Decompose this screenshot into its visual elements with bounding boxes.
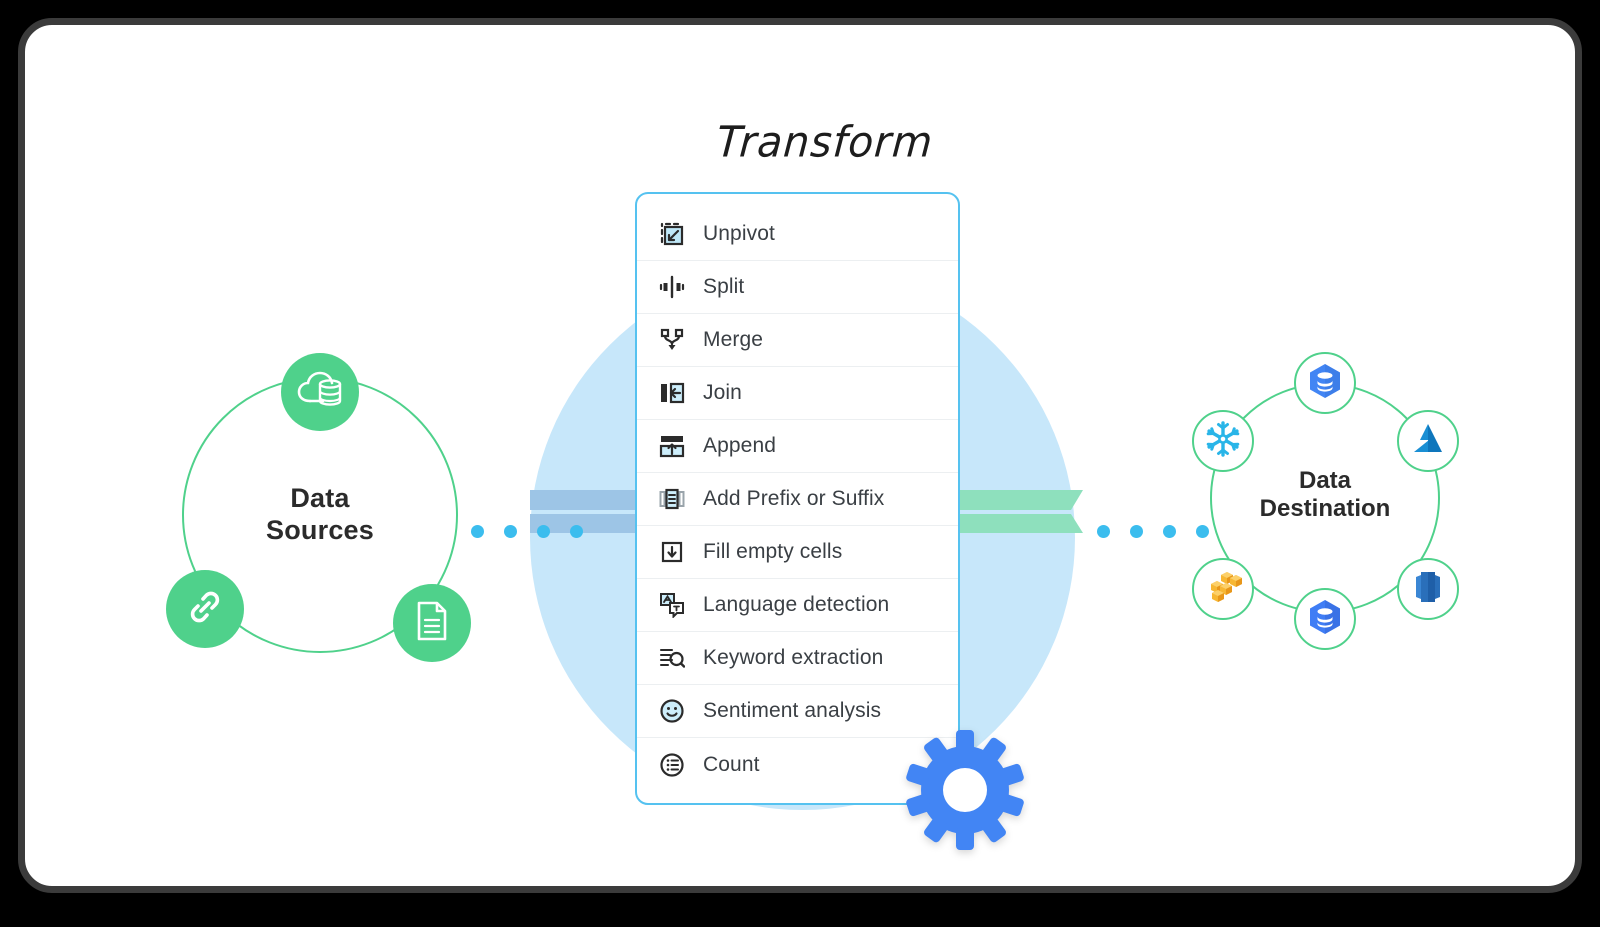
azure-icon	[1409, 422, 1447, 461]
menu-item-language-detection[interactable]: Language detection	[637, 579, 958, 632]
language-detection-icon	[657, 590, 687, 620]
menu-item-label: Count	[703, 752, 760, 776]
prefix-suffix-icon	[657, 484, 687, 514]
count-icon	[657, 750, 687, 780]
join-icon	[657, 378, 687, 408]
unpivot-icon	[657, 219, 687, 249]
menu-item-label: Sentiment analysis	[703, 699, 882, 722]
sentiment-analysis-icon	[657, 696, 687, 726]
redshift-icon	[1410, 569, 1446, 610]
menu-item-unpivot[interactable]: Unpivot	[637, 208, 958, 261]
page-title: Transform	[714, 117, 935, 167]
device-frame: Transform Data Sources Data Destination …	[18, 18, 1582, 905]
data-destination-label-line2: Destination	[1259, 495, 1391, 523]
destination-node-snowflake[interactable]	[1192, 410, 1254, 472]
connector-dot	[537, 525, 550, 538]
source-node-cloud-database[interactable]	[281, 353, 359, 431]
menu-item-label: Fill empty cells	[703, 540, 843, 563]
menu-item-split[interactable]: Split	[637, 261, 958, 314]
connector-dot	[1097, 525, 1110, 538]
keyword-extraction-icon	[657, 643, 687, 673]
menu-item-append[interactable]: Append	[637, 420, 958, 473]
data-sources-label: Data Sources	[160, 483, 480, 546]
destination-node-aws[interactable]	[1192, 558, 1254, 620]
diagram-canvas: Transform Data Sources Data Destination …	[50, 50, 1600, 911]
menu-item-label: Join	[703, 381, 742, 404]
right-band-bottom-stripe	[955, 514, 1083, 533]
source-node-link[interactable]	[166, 570, 244, 648]
destination-node-bigquery-top[interactable]	[1294, 352, 1356, 414]
merge-icon	[657, 325, 687, 355]
connector-dot	[504, 525, 517, 538]
snowflake-icon	[1203, 419, 1243, 464]
connector-dot	[1130, 525, 1143, 538]
menu-item-add-prefix-or-suffix[interactable]: Add Prefix or Suffix	[637, 473, 958, 526]
split-icon	[657, 272, 687, 302]
right-band-top-stripe	[955, 490, 1083, 510]
device-foot	[135, 898, 1600, 910]
destination-node-azure[interactable]	[1397, 410, 1459, 472]
data-sources-cluster: Data Sources	[160, 353, 480, 675]
menu-item-label: Add Prefix or Suffix	[703, 487, 885, 510]
gear-decoration	[900, 725, 1030, 855]
cloud-database-icon	[297, 371, 343, 414]
menu-item-label: Unpivot	[703, 222, 775, 245]
destination-node-bigquery-bottom[interactable]	[1294, 588, 1356, 650]
screenshot-root: Transform Data Sources Data Destination …	[0, 0, 1600, 927]
gear-icon	[906, 730, 1024, 850]
menu-item-label: Append	[703, 434, 777, 457]
menu-item-label: Merge	[703, 328, 764, 351]
data-sources-label-line1: Data	[290, 483, 350, 513]
source-node-document[interactable]	[393, 584, 471, 662]
menu-item-merge[interactable]: Merge	[637, 314, 958, 367]
left-dot-connector	[471, 525, 583, 538]
menu-item-label: Keyword extraction	[703, 646, 884, 669]
bigquery-icon	[1308, 599, 1342, 640]
bigquery-icon	[1308, 363, 1342, 404]
data-sources-label-line2: Sources	[266, 514, 374, 545]
connector-dot	[570, 525, 583, 538]
data-destination-cluster: Data Destination	[1175, 350, 1475, 650]
menu-item-join[interactable]: Join	[637, 367, 958, 420]
transform-menu-panel: Unpivot Split Merge Join Append Add Pref…	[635, 192, 960, 805]
menu-item-keyword-extraction[interactable]: Keyword extraction	[637, 632, 958, 685]
destination-node-redshift[interactable]	[1397, 558, 1459, 620]
fill-empty-cells-icon	[657, 537, 687, 567]
document-icon	[414, 600, 450, 647]
left-band-top-stripe	[530, 490, 650, 510]
data-destination-label: Data Destination	[1175, 467, 1475, 524]
right-connector-band	[955, 490, 1083, 533]
menu-item-label: Language detection	[703, 593, 890, 616]
menu-item-label: Split	[703, 275, 745, 298]
aws-cubes-icon	[1203, 570, 1243, 609]
menu-item-fill-empty-cells[interactable]: Fill empty cells	[637, 526, 958, 579]
link-icon	[185, 587, 225, 632]
append-icon	[657, 431, 687, 461]
